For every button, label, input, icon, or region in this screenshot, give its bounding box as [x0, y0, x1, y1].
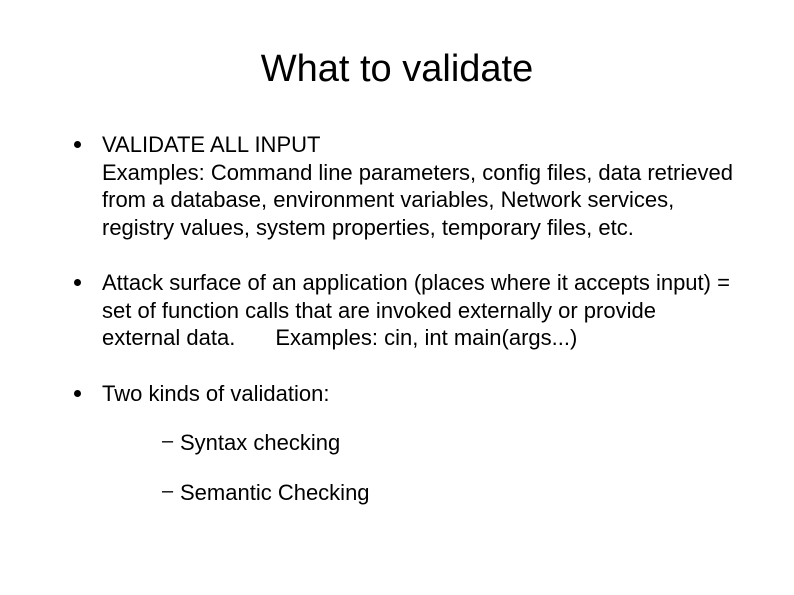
sub-bullet-item: Semantic Checking — [162, 479, 734, 507]
sub-bullet-list: Syntax checking Semantic Checking — [102, 429, 734, 506]
bullet-text: Two kinds of validation: — [102, 381, 329, 406]
bullet-item: Attack surface of an application (places… — [88, 269, 734, 352]
bullet-item: Two kinds of validation: Syntax checking… — [88, 380, 734, 507]
bullet-item: VALIDATE ALL INPUT Examples: Command lin… — [88, 131, 734, 241]
slide-title: What to validate — [60, 48, 734, 91]
sub-bullet-item: Syntax checking — [162, 429, 734, 457]
sub-bullet-text: Syntax checking — [180, 430, 340, 455]
bullet-text: Examples: cin, int main(args...) — [275, 325, 577, 350]
sub-bullet-text: Semantic Checking — [180, 480, 370, 505]
bullet-text: VALIDATE ALL INPUT Examples: Command lin… — [102, 132, 733, 240]
main-bullet-list: VALIDATE ALL INPUT Examples: Command lin… — [60, 131, 734, 506]
